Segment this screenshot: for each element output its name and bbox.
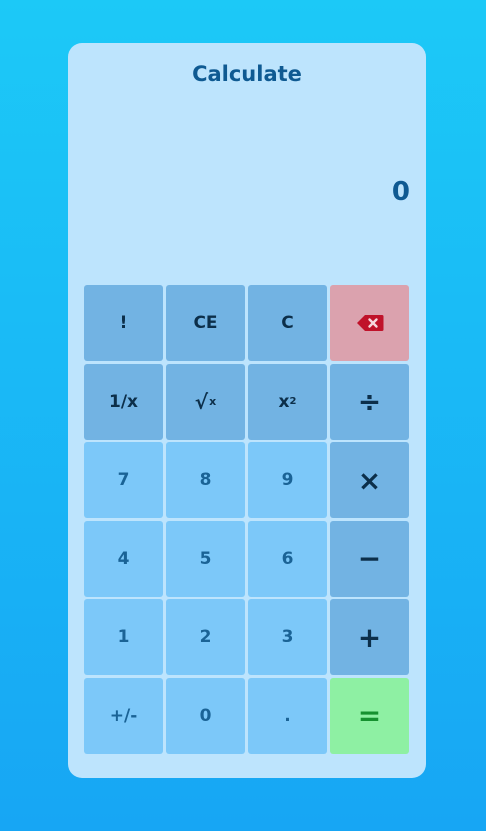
reciprocal-button[interactable]: 1/x [84, 363, 163, 440]
add-button[interactable]: + [330, 599, 409, 676]
decimal-button[interactable]: . [248, 677, 327, 754]
keypad: ! CE C 1/x √ x x2 ÷ 7 8 9 × 4 5 6 − 1 2 … [84, 285, 409, 754]
digit-2-button[interactable]: 2 [166, 599, 245, 676]
square-root-button[interactable]: √ x [166, 363, 245, 440]
result-display: 0 [391, 177, 410, 207]
multiply-button[interactable]: × [330, 442, 409, 519]
clear-entry-button[interactable]: CE [166, 285, 245, 361]
divide-button[interactable]: ÷ [330, 363, 409, 440]
digit-8-button[interactable]: 8 [166, 442, 245, 519]
digit-5-button[interactable]: 5 [166, 520, 245, 597]
app-title: Calculate [192, 62, 302, 86]
digit-6-button[interactable]: 6 [248, 520, 327, 597]
square-button[interactable]: x2 [248, 363, 327, 440]
equals-button[interactable]: = [330, 677, 409, 754]
subtract-button[interactable]: − [330, 520, 409, 597]
digit-4-button[interactable]: 4 [84, 520, 163, 597]
digit-3-button[interactable]: 3 [248, 599, 327, 676]
square-root-x: x [209, 395, 217, 409]
square-root-symbol: √ [194, 389, 209, 414]
square-base: x [278, 391, 290, 412]
clear-button[interactable]: C [248, 285, 327, 361]
factorial-button[interactable]: ! [84, 285, 163, 361]
negate-button[interactable]: +/- [84, 677, 163, 754]
digit-9-button[interactable]: 9 [248, 442, 327, 519]
digit-1-button[interactable]: 1 [84, 599, 163, 676]
backspace-icon [356, 314, 384, 332]
digit-0-button[interactable]: 0 [166, 677, 245, 754]
calculator-panel: Calculate 0 ! CE C 1/x √x x2 ÷ 7 8 9 × [68, 43, 426, 778]
backspace-button[interactable] [330, 285, 409, 361]
digit-7-button[interactable]: 7 [84, 442, 163, 519]
